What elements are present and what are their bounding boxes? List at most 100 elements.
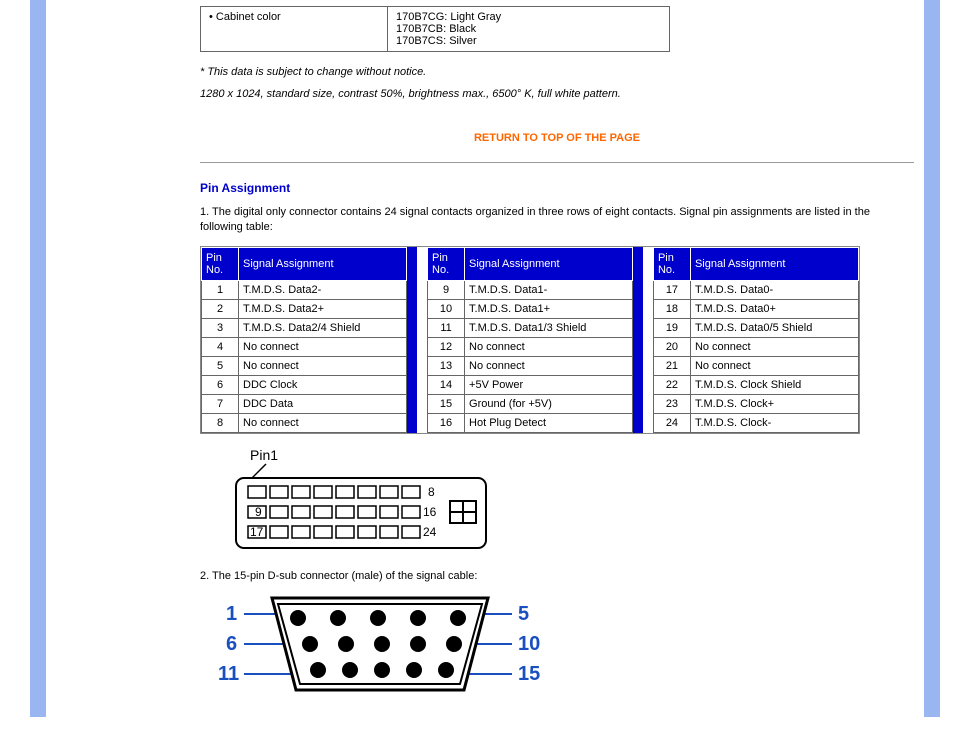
dsub-connector-diagram: 1 6 11 5 10 15 [218, 594, 914, 697]
pin-number: 11 [428, 318, 465, 337]
cabinet-color-1: 170B7CB: Black [396, 23, 661, 35]
pin-header-signal: Signal Assignment [465, 247, 633, 280]
pin-number: 4 [202, 337, 239, 356]
table-row: 19T.M.D.S. Data0/5 Shield [653, 318, 858, 337]
svg-text:11: 11 [218, 663, 239, 685]
pin-signal: T.M.D.S. Data2- [239, 280, 407, 299]
svg-text:6: 6 [226, 633, 237, 655]
pin-signal: No connect [239, 356, 407, 375]
pin-signal: T.M.D.S. Data2/4 Shield [239, 318, 407, 337]
pin-number: 1 [202, 280, 239, 299]
pin-group-3: Pin No. Signal Assignment 17T.M.D.S. Dat… [653, 247, 859, 433]
pin-signal: DDC Clock [239, 375, 407, 394]
pin-number: 2 [202, 299, 239, 318]
svg-text:16: 16 [423, 505, 437, 519]
pin-signal: T.M.D.S. Clock- [690, 413, 858, 432]
table-row: 14+5V Power [428, 375, 633, 394]
pin-number: 14 [428, 375, 465, 394]
table-row: 22T.M.D.S. Clock Shield [653, 375, 858, 394]
return-to-top-container: RETURN TO TOP OF THE PAGE [200, 130, 914, 144]
change-notice: * This data is subject to change without… [200, 66, 914, 78]
pin-signal: T.M.D.S. Data1+ [465, 299, 633, 318]
svg-text:15: 15 [518, 663, 540, 685]
pin-header-signal: Signal Assignment [690, 247, 858, 280]
pin-signal: T.M.D.S. Data2+ [239, 299, 407, 318]
table-row: 24T.M.D.S. Clock- [653, 413, 858, 432]
cabinet-color-2: 170B7CS: Silver [396, 35, 661, 47]
pin-header-no: Pin No. [653, 247, 690, 280]
pin-signal: T.M.D.S. Data1/3 Shield [465, 318, 633, 337]
pin-signal: No connect [239, 413, 407, 432]
pin-number: 5 [202, 356, 239, 375]
pin-number: 24 [653, 413, 690, 432]
pin-number: 7 [202, 394, 239, 413]
pin-number: 13 [428, 356, 465, 375]
table-row: 23T.M.D.S. Clock+ [653, 394, 858, 413]
pin-header-no: Pin No. [202, 247, 239, 280]
pin-number: 12 [428, 337, 465, 356]
pin-signal: No connect [465, 337, 633, 356]
pin-assignment-heading: Pin Assignment [200, 181, 914, 195]
pin-number: 10 [428, 299, 465, 318]
table-row: 2T.M.D.S. Data2+ [202, 299, 407, 318]
dvi-pin1-label: Pin1 [250, 447, 278, 463]
pin-number: 9 [428, 280, 465, 299]
table-row: 12No connect [428, 337, 633, 356]
pin-signal: T.M.D.S. Data1- [465, 280, 633, 299]
pin-signal: No connect [465, 356, 633, 375]
pin-number: 22 [653, 375, 690, 394]
table-row: 17T.M.D.S. Data0- [653, 280, 858, 299]
pin-number: 20 [653, 337, 690, 356]
right-decor-bar [924, 0, 940, 717]
cabinet-label-cell: • Cabinet color [201, 7, 388, 52]
pin-number: 23 [653, 394, 690, 413]
return-to-top-link[interactable]: RETURN TO TOP OF THE PAGE [474, 132, 640, 144]
dvi-connector-diagram: Pin1 8 9 16 17 24 [228, 446, 914, 559]
table-row: 4No connect [202, 337, 407, 356]
table-row: 11T.M.D.S. Data1/3 Shield [428, 318, 633, 337]
pin-number: 15 [428, 394, 465, 413]
svg-text:8: 8 [428, 485, 435, 499]
table-row: 5No connect [202, 356, 407, 375]
svg-text:24: 24 [423, 525, 437, 539]
pin-signal: T.M.D.S. Data0/5 Shield [690, 318, 858, 337]
pin-signal: T.M.D.S. Data0+ [690, 299, 858, 318]
svg-text:1: 1 [226, 603, 237, 625]
pin-number: 6 [202, 375, 239, 394]
table-row: 18T.M.D.S. Data0+ [653, 299, 858, 318]
pin-number: 17 [653, 280, 690, 299]
pin-header-no: Pin No. [428, 247, 465, 280]
pin-header-signal: Signal Assignment [239, 247, 407, 280]
pin-number: 3 [202, 318, 239, 337]
pin-signal: T.M.D.S. Clock Shield [690, 375, 858, 394]
section-divider [200, 162, 914, 163]
pin-number: 8 [202, 413, 239, 432]
pin-number: 19 [653, 318, 690, 337]
svg-text:9: 9 [255, 505, 262, 519]
spec-note: 1280 x 1024, standard size, contrast 50%… [200, 88, 914, 100]
svg-text:17: 17 [250, 525, 264, 539]
pin-signal: No connect [690, 337, 858, 356]
table-row: 13No connect [428, 356, 633, 375]
table-row: 9T.M.D.S. Data1- [428, 280, 633, 299]
pin-signal: DDC Data [239, 394, 407, 413]
table-row: 8No connect [202, 413, 407, 432]
pin-signal: +5V Power [465, 375, 633, 394]
pin-signal: T.M.D.S. Clock+ [690, 394, 858, 413]
pin-signal: Hot Plug Detect [465, 413, 633, 432]
table-row: 20No connect [653, 337, 858, 356]
table-row: 21No connect [653, 356, 858, 375]
main-content: • Cabinet color 170B7CG: Light Gray 170B… [200, 0, 914, 717]
pin-group-1: Pin No. Signal Assignment 1T.M.D.S. Data… [201, 247, 407, 433]
pin-number: 21 [653, 356, 690, 375]
cabinet-colors-cell: 170B7CG: Light Gray 170B7CB: Black 170B7… [388, 7, 670, 52]
table-row: 3T.M.D.S. Data2/4 Shield [202, 318, 407, 337]
svg-text:10: 10 [518, 633, 540, 655]
pin-assignment-table: Pin No. Signal Assignment 1T.M.D.S. Data… [200, 246, 860, 434]
table-row: 15Ground (for +5V) [428, 394, 633, 413]
cabinet-color-table: • Cabinet color 170B7CG: Light Gray 170B… [200, 6, 670, 52]
cabinet-color-0: 170B7CG: Light Gray [396, 11, 661, 23]
pin-assignment-intro: 1. The digital only connector contains 2… [200, 205, 914, 236]
table-row: 10T.M.D.S. Data1+ [428, 299, 633, 318]
pin-group-2: Pin No. Signal Assignment 9T.M.D.S. Data… [427, 247, 633, 433]
